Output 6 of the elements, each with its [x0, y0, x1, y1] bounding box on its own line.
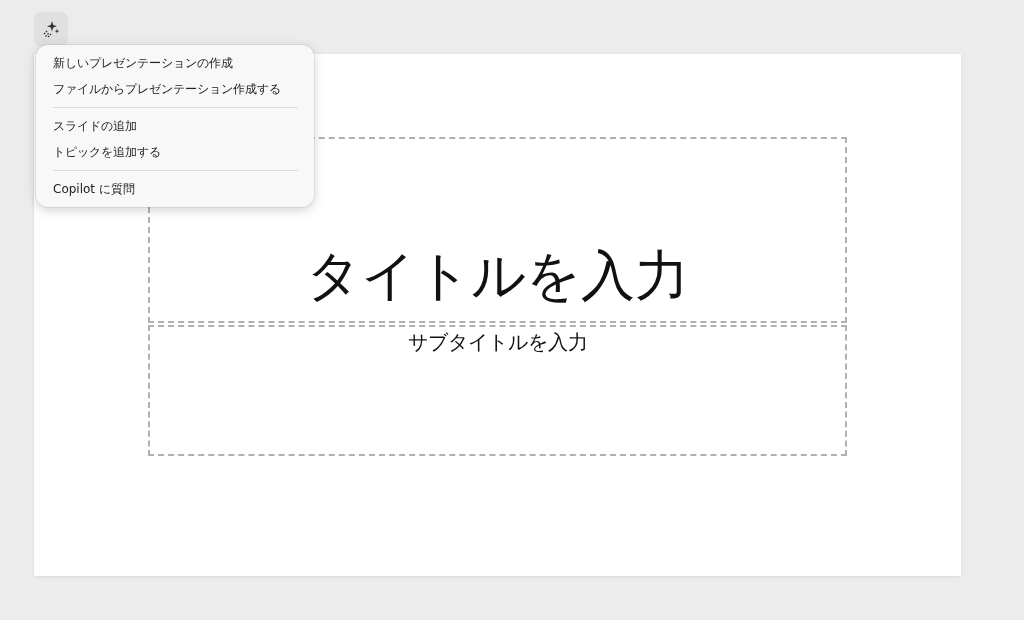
menu-item[interactable]: ファイルからプレゼンテーション作成する — [36, 76, 314, 102]
menu-item[interactable]: スライドの追加 — [36, 113, 314, 139]
copilot-button[interactable] — [34, 12, 68, 46]
subtitle-placeholder[interactable]: サブタイトルを入力 — [148, 325, 847, 456]
menu-item[interactable]: 新しいプレゼンテーションの作成 — [36, 50, 314, 76]
sparkle-icon — [42, 20, 60, 38]
